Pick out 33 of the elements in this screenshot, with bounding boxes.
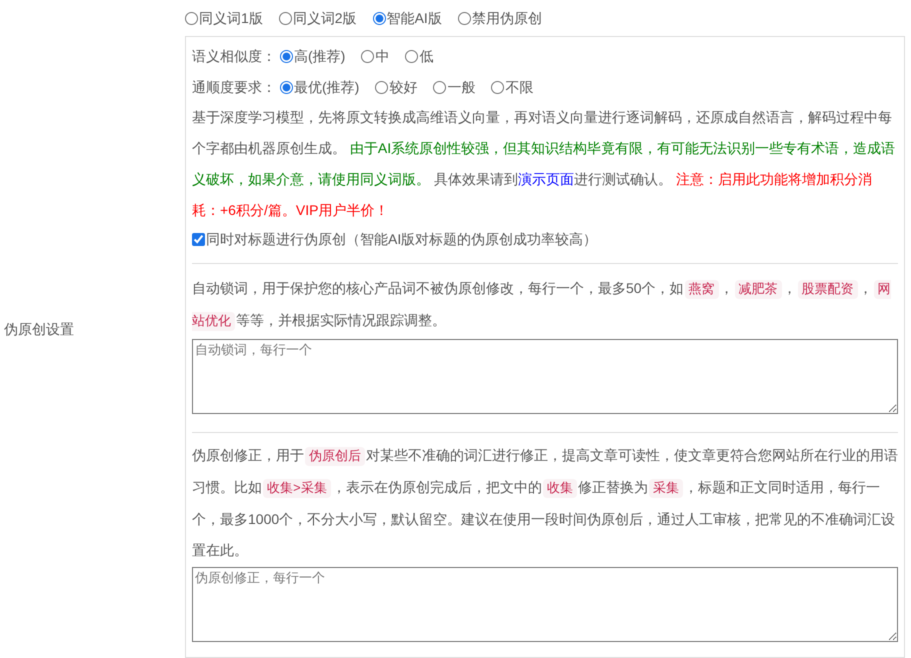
description-paragraph: 基于深度学习模型，先将原文转换成高维语义向量，再对语义向量进行逐词解码，还原成自然语言，解码过程中每个字都由机器原创生成。 由于AI系统原创性较强，但其知识结构毕竟有限，有可能无法识别一些专有术语，造成语义破坏，如果介意，请使用同义词版。 具体效果请到演示页面进行测试确认。 注意：启用此功能将增加积分消耗：+6积分/篇。VIP用户半价！ [192, 108, 896, 220]
option-label: 禁用伪原创 [472, 8, 542, 28]
help-paragraph: 自动锁词，用于保护您的核心产品词不被伪原创修改，每行一个，最多50个，如 燕窝 ， 减肥茶 ， 股票配资 ， 网站优化 等等，并根据实际情况跟踪调整。 [192, 279, 892, 333]
section-label: 伪原创设置 [4, 320, 74, 338]
correction-field[interactable]: 伪原创修正，每行一个 [192, 567, 898, 642]
radio-button[interactable] [278, 12, 292, 24]
demo-page-link[interactable]: 演示页面 [518, 171, 574, 187]
lock-words-field[interactable]: 自动锁词，每行一个 [192, 339, 898, 414]
option-label: 最优(推荐) [294, 78, 360, 97]
radio-button[interactable] [185, 12, 198, 24]
option-label: 中 [375, 46, 390, 66]
radio-button[interactable] [375, 80, 388, 94]
radio-button[interactable] [372, 12, 386, 24]
option-label: 较好 [389, 78, 418, 96]
option-label: 智能AI版 [386, 8, 442, 28]
field-label: 语义相似度： [192, 46, 276, 66]
radio-button[interactable] [280, 80, 293, 94]
radio-button[interactable] [491, 80, 504, 94]
option-label: 一般 [447, 78, 476, 96]
help-paragraph: 伪原创修正，用于 伪原创后 对某些不准确的词汇进行修正，提高文章可读性，使文章更符合您网站所在行业的用语习惯。比如 收集>采集 ，表示在伪原创完成后，把文中的 收集 修正替换为 采集 ，标题和正文同时适用，每行一个，最多1000个，不分大小写，默认留空。建议在使用一段时间伪原创后，通过人工审核，把常见的不准确词汇设置在此。 [192, 446, 898, 560]
option-label: 高(推荐) [294, 46, 346, 66]
title-checkbox[interactable] [192, 232, 205, 246]
option-label: 不限 [505, 78, 534, 96]
field-label: 通顺度要求： [192, 78, 276, 96]
radio-button[interactable] [433, 80, 446, 94]
radio-button[interactable] [280, 50, 293, 62]
option-label: 同义词2版 [292, 8, 357, 28]
option-label: 同义词1版 [199, 8, 263, 28]
radio-button[interactable] [458, 12, 471, 24]
option-label: 低 [419, 46, 434, 66]
radio-button[interactable] [361, 50, 374, 62]
radio-button[interactable] [405, 50, 418, 62]
checkbox-label: 同时对标题进行伪原创（智能AI版对标题的伪原创成功率较高） [206, 230, 598, 248]
